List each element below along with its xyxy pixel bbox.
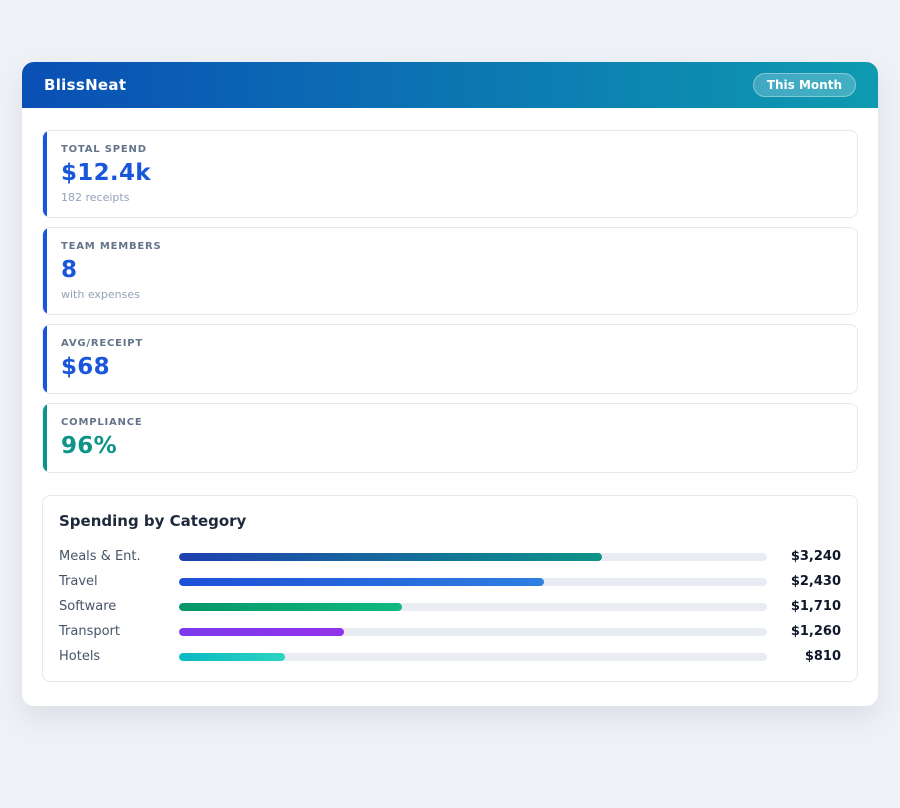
- bar-track: [179, 553, 767, 561]
- stat-card-total-spend: TOTAL SPEND $12.4k 182 receipts: [42, 130, 858, 218]
- bar-track: [179, 578, 767, 586]
- spending-by-category-card: Spending by Category Meals & Ent. $3,240…: [42, 495, 858, 682]
- stat-subtext: with expenses: [61, 288, 841, 301]
- spending-title: Spending by Category: [59, 512, 841, 530]
- stat-label: AVG/RECEIPT: [61, 338, 841, 349]
- bar-track: [179, 628, 767, 636]
- category-amount: $1,260: [779, 624, 841, 639]
- bar-track: [179, 653, 767, 661]
- category-amount: $1,710: [779, 599, 841, 614]
- bar-fill: [179, 603, 402, 611]
- category-label: Hotels: [59, 649, 167, 664]
- stat-card-team-members: TEAM MEMBERS 8 with expenses: [42, 227, 858, 315]
- bar-fill: [179, 628, 344, 636]
- category-label: Transport: [59, 624, 167, 639]
- accent-bar: [43, 404, 47, 472]
- stat-value: $68: [61, 354, 841, 380]
- bar-track: [179, 603, 767, 611]
- stat-label: TEAM MEMBERS: [61, 241, 841, 252]
- accent-bar: [43, 228, 47, 314]
- category-row-meals: Meals & Ent. $3,240: [59, 544, 841, 569]
- bar-fill: [179, 578, 544, 586]
- category-row-software: Software $1,710: [59, 594, 841, 619]
- category-row-transport: Transport $1,260: [59, 619, 841, 644]
- stat-label: COMPLIANCE: [61, 417, 841, 428]
- stat-subtext: 182 receipts: [61, 191, 841, 204]
- category-label: Software: [59, 599, 167, 614]
- bar-fill: [179, 553, 602, 561]
- bar-fill: [179, 653, 285, 661]
- app-title: BlissNeat: [44, 76, 126, 94]
- category-label: Meals & Ent.: [59, 549, 167, 564]
- accent-bar: [43, 325, 47, 393]
- category-amount: $810: [779, 649, 841, 664]
- category-row-hotels: Hotels $810: [59, 644, 841, 669]
- category-row-travel: Travel $2,430: [59, 569, 841, 594]
- stats-section: TOTAL SPEND $12.4k 182 receipts TEAM MEM…: [22, 108, 878, 473]
- category-label: Travel: [59, 574, 167, 589]
- stat-card-avg-receipt: AVG/RECEIPT $68: [42, 324, 858, 394]
- stat-card-compliance: COMPLIANCE 96%: [42, 403, 858, 473]
- stat-value: 96%: [61, 433, 841, 459]
- app-header: BlissNeat This Month: [22, 62, 878, 108]
- period-badge[interactable]: This Month: [753, 73, 856, 97]
- stat-value: 8: [61, 257, 841, 283]
- stat-label: TOTAL SPEND: [61, 144, 841, 155]
- accent-bar: [43, 131, 47, 217]
- category-amount: $3,240: [779, 549, 841, 564]
- category-amount: $2,430: [779, 574, 841, 589]
- stat-value: $12.4k: [61, 160, 841, 186]
- dashboard-card: BlissNeat This Month TOTAL SPEND $12.4k …: [22, 62, 878, 706]
